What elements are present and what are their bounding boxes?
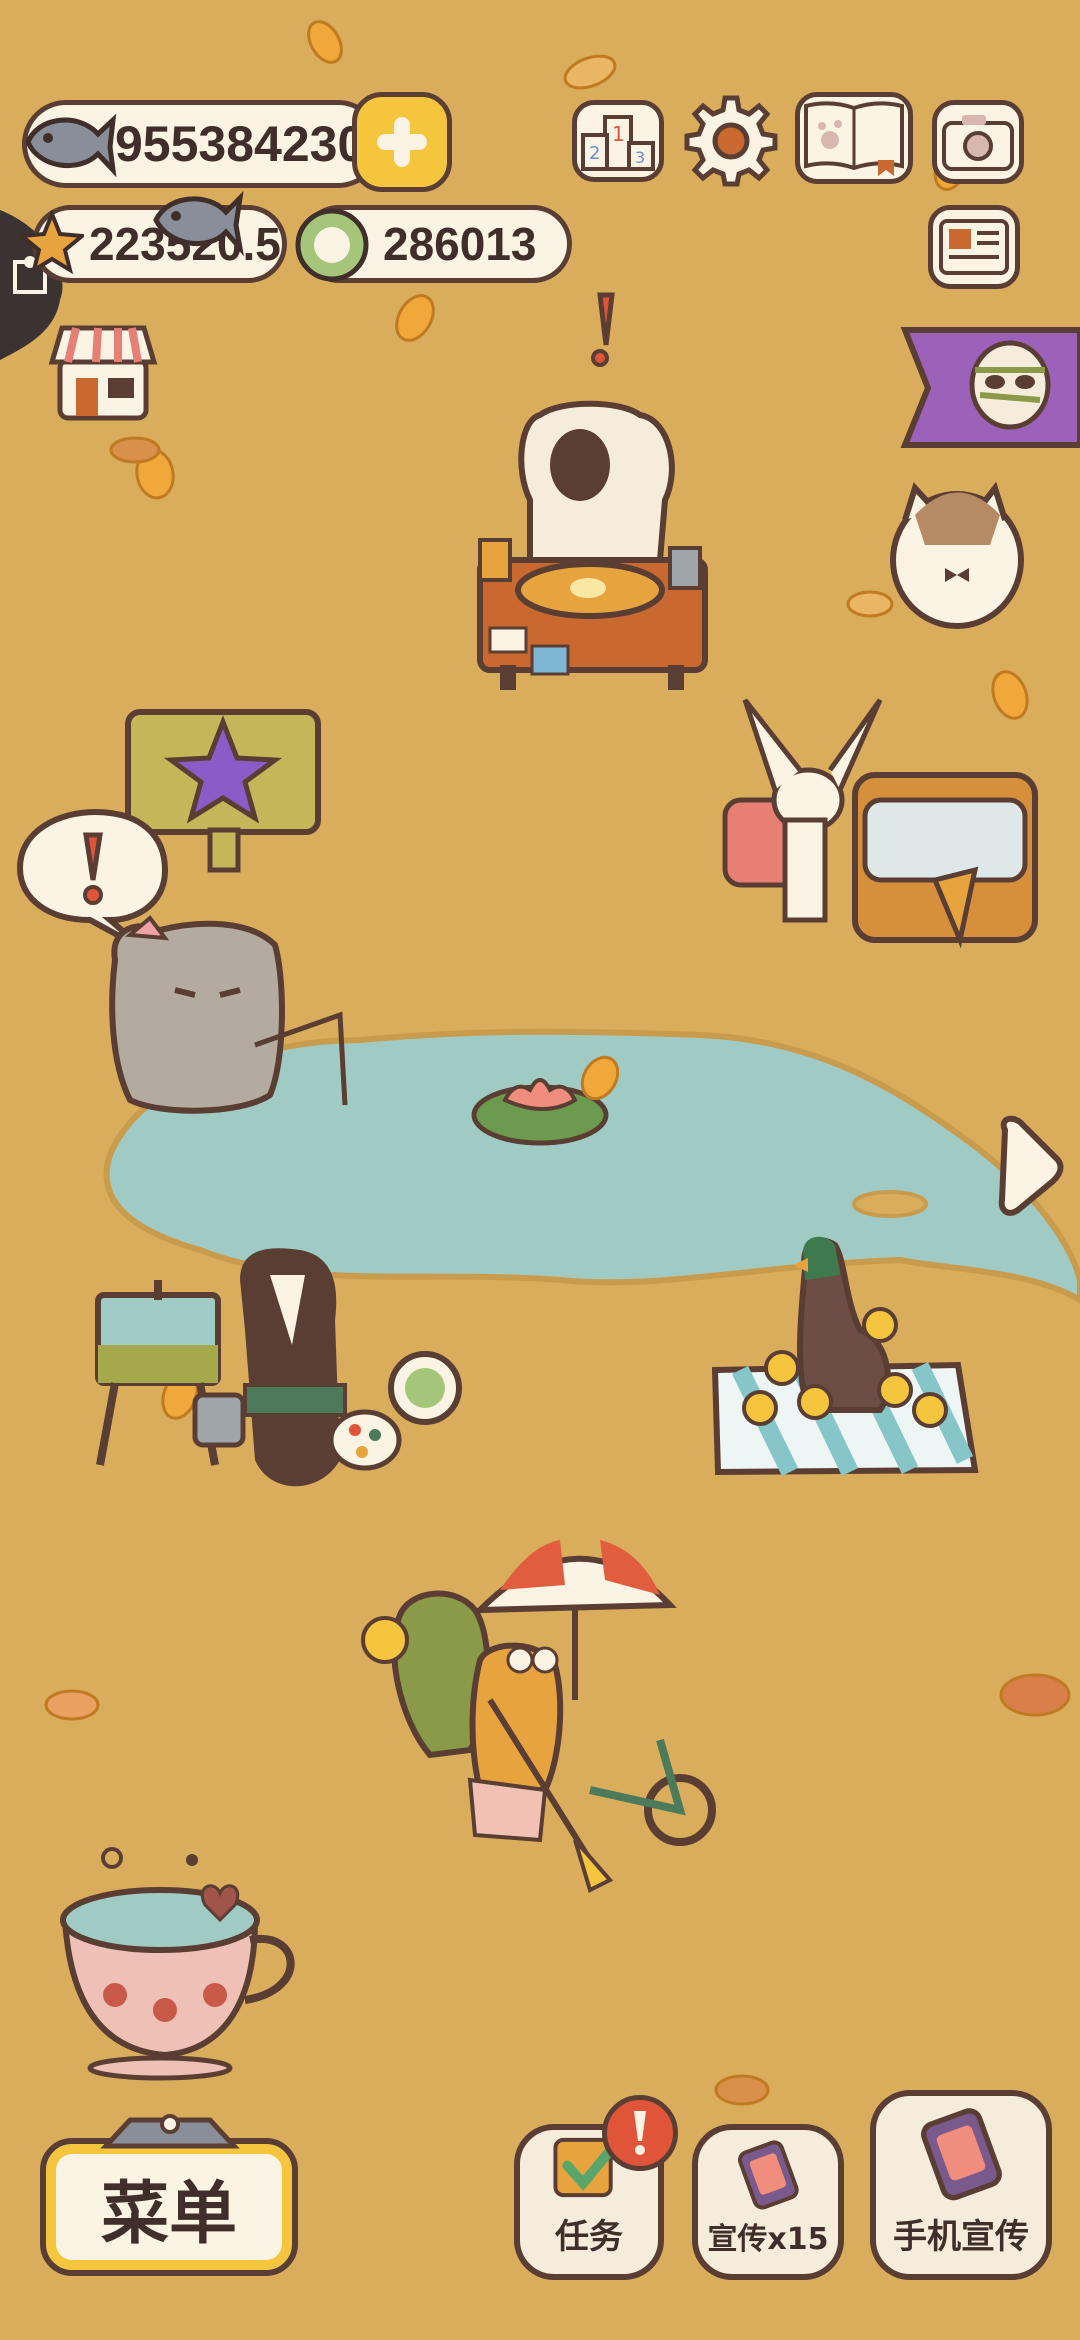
promo-phone-icon bbox=[921, 2108, 1002, 2201]
newspaper-icon bbox=[939, 219, 1009, 275]
promote-button[interactable]: 宣传x15 bbox=[692, 2124, 844, 2280]
shop-button[interactable] bbox=[48, 322, 158, 422]
clover-coin-icon bbox=[295, 208, 369, 282]
tasks-label: 任务 bbox=[555, 2217, 623, 2257]
promote-label: 宣传x15 bbox=[707, 2222, 829, 2257]
star-icon bbox=[20, 210, 84, 274]
fish-bones-icon bbox=[153, 190, 244, 257]
newspaper-button[interactable] bbox=[928, 205, 1020, 289]
svg-text:1: 1 bbox=[612, 122, 625, 146]
clipboard-clip-icon bbox=[100, 2114, 240, 2149]
exclamation-icon bbox=[634, 2111, 646, 2155]
fish-icon bbox=[25, 113, 117, 178]
add-currency-button[interactable] bbox=[352, 92, 452, 192]
pond-rock bbox=[852, 1190, 928, 1218]
camera-icon bbox=[942, 115, 1014, 171]
fluffy-cat-bowtie[interactable] bbox=[890, 481, 1024, 629]
podium-icon: 1 2 3 bbox=[581, 115, 655, 171]
event-banner[interactable] bbox=[900, 327, 1080, 448]
book-icon bbox=[804, 101, 904, 176]
menu-label: 菜单 bbox=[100, 2174, 237, 2254]
settings-gear-icon[interactable] bbox=[683, 92, 779, 188]
fish-count: 955384230 bbox=[115, 116, 366, 172]
coin-count: 286013 bbox=[383, 218, 537, 270]
leaderboard-button[interactable]: 1 2 3 bbox=[572, 100, 664, 182]
svg-text:3: 3 bbox=[635, 148, 645, 167]
phone-promote-label: 手机宣传 bbox=[893, 2217, 1029, 2257]
tasks-alert-badge bbox=[602, 2095, 678, 2171]
svg-text:2: 2 bbox=[589, 143, 600, 164]
game-scene bbox=[0, 0, 1080, 2340]
shop-icon bbox=[48, 325, 158, 421]
phone-promote-button[interactable]: 手机宣传 bbox=[870, 2090, 1052, 2280]
promo-phone-icon bbox=[738, 2140, 799, 2210]
plus-icon bbox=[377, 117, 427, 167]
catbook-button[interactable] bbox=[795, 92, 913, 184]
menu-button[interactable]: 菜单 bbox=[40, 2138, 298, 2276]
camera-button[interactable] bbox=[932, 100, 1024, 184]
